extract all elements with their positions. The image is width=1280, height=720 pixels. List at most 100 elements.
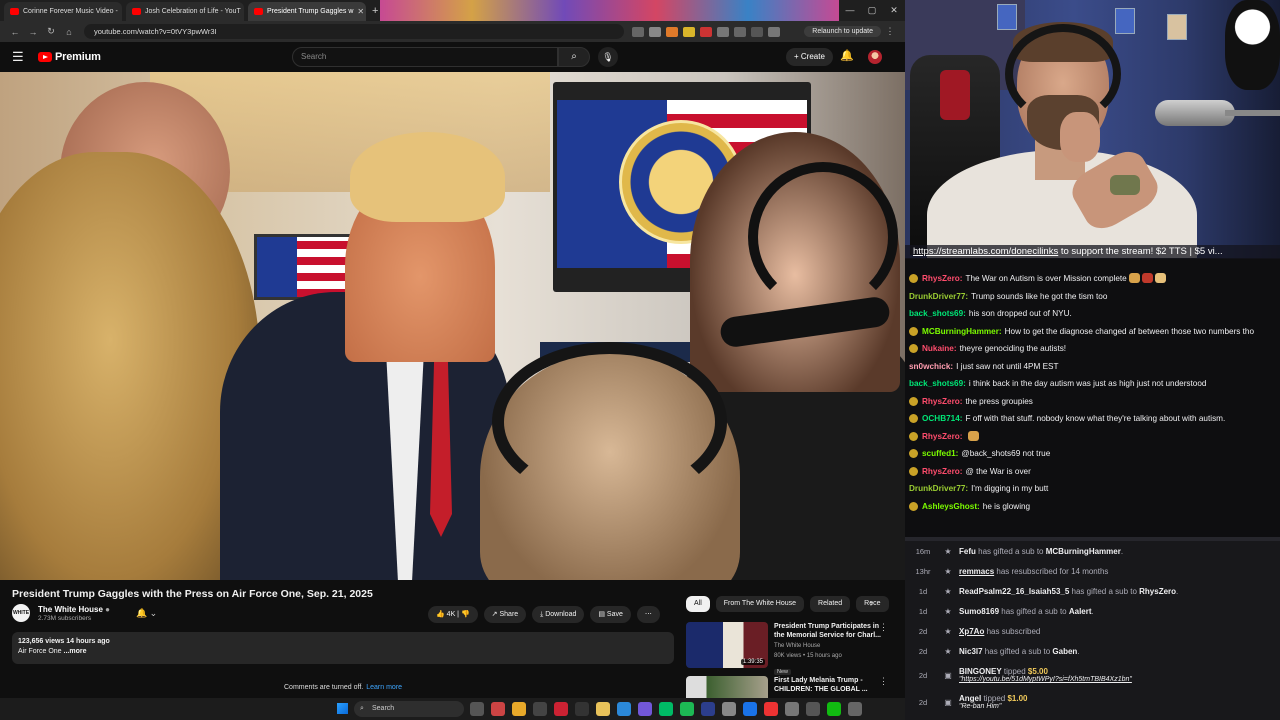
relaunch-button[interactable]: Relaunch to update [804,26,881,37]
download-button[interactable]: ⤓ Download [532,606,585,623]
chat-username[interactable]: back_shots69: [909,378,966,389]
browser-tab-1[interactable]: Corinne Forever Music Video -✕ [4,2,122,21]
chat-username[interactable]: OCHB714: [922,413,963,424]
chat-username[interactable]: RhysZero: [922,273,963,284]
related-thumbnail[interactable]: 1:39:35 [686,622,768,668]
chat-username[interactable]: DrunkDriver77: [909,483,968,494]
taskbar-search[interactable]: ⌕ Search [354,701,464,717]
extensions-puzzle-icon[interactable] [734,26,746,37]
related-video[interactable]: 1:39:35 President Trump Participates in … [686,622,896,678]
account-avatar[interactable] [868,50,882,64]
chat-username[interactable]: back_shots69: [909,308,966,319]
subscriber-badge-icon[interactable] [909,414,918,423]
subscriber-badge-icon[interactable] [909,431,918,441]
chat-username[interactable]: AshleysGhost: [922,501,980,512]
subscriber-badge-icon[interactable] [909,344,918,353]
sidebar-icon[interactable] [751,26,763,37]
subscriber-badge-icon[interactable] [909,396,918,406]
obs-icon[interactable] [554,702,568,716]
event-username[interactable]: Fefu [959,547,976,556]
subscriber-badge-icon[interactable] [909,326,918,336]
back-icon[interactable]: ← [6,27,24,37]
app-icon[interactable] [638,702,652,716]
profile-icon[interactable] [768,26,780,37]
subscriber-badge-icon[interactable] [909,501,918,511]
more-options-icon[interactable]: ⋮ [879,676,888,687]
channel-avatar[interactable]: WHITE HOUSE [12,604,30,634]
show-more-link[interactable]: ...more [64,648,87,655]
app-icon[interactable] [848,702,862,716]
like-button[interactable]: 👍 4K | 👎 [428,606,478,623]
event-username[interactable]: Gaben [1052,647,1077,656]
chip-related[interactable]: Related [810,596,851,612]
save-button[interactable]: ▤ Save [590,606,631,623]
dislike-icon[interactable]: 👎 [461,611,470,618]
install-icon[interactable] [632,26,644,37]
subscription-bell-icon[interactable]: 🔔 ⌄ [136,608,157,619]
channel-name[interactable]: The White House ● [38,605,110,614]
more-actions-icon[interactable]: ⋯ [636,606,660,623]
home-icon[interactable]: ⌂ [60,27,78,37]
chevron-right-icon[interactable]: › [870,598,873,608]
menu-icon[interactable]: ☰ [12,49,32,65]
share-button[interactable]: ↗ Share [483,606,527,623]
chat-username[interactable]: DrunkDriver77: [909,291,968,302]
browser-tab-2[interactable]: Josh Celebration of Life - YouT✕ [126,2,244,21]
close-window-icon[interactable]: ✕ [883,0,905,21]
event-username[interactable]: remmacs [959,567,994,576]
app-icon[interactable] [701,702,715,716]
extension-icon[interactable] [700,26,712,37]
close-tab-icon[interactable]: ✕ [353,7,364,16]
more-options-icon[interactable]: ⋮ [879,622,888,633]
file-explorer-icon[interactable] [596,702,610,716]
url-bar[interactable]: youtube.com/watch?v=0tVY3pwWr3I [84,24,624,39]
microphone-icon[interactable]: 🎙 [598,47,618,67]
app-icon[interactable] [827,702,841,716]
event-username[interactable]: Xp7Ao [959,627,984,636]
event-username[interactable]: MCBurningHammer [1046,547,1121,556]
chat-username[interactable]: RhysZero: [922,431,963,442]
new-tab-icon[interactable]: + [372,2,378,21]
chrome-icon[interactable] [512,702,526,716]
chip-all[interactable]: All [686,596,710,612]
event-username[interactable]: RhysZero [1139,587,1176,596]
description-box[interactable]: 123,656 views 14 hours ago Air Force One… [12,632,674,664]
related-thumbnail[interactable] [686,676,768,698]
app-icon[interactable] [659,702,673,716]
chat-username[interactable]: RhysZero: [922,466,963,477]
close-tab-icon[interactable]: ✕ [118,7,123,16]
task-view-icon[interactable] [470,702,484,716]
extension-icon[interactable] [717,26,729,37]
browser-menu-icon[interactable]: ⋮ [881,26,899,37]
forward-icon[interactable]: → [24,27,42,37]
app-icon[interactable] [743,702,757,716]
app-icon[interactable] [575,702,589,716]
search-icon[interactable]: ⌕ [558,47,590,67]
app-icon[interactable] [533,702,547,716]
chat-username[interactable]: scuffed1: [922,448,958,459]
minimize-icon[interactable]: — [839,0,861,21]
app-icon[interactable] [491,702,505,716]
subscriber-badge-icon[interactable] [909,466,918,476]
maximize-icon[interactable]: ▢ [861,0,883,21]
related-video[interactable]: First Lady Melania Trump - CHILDREN: THE… [686,676,896,698]
event-username[interactable]: Nic3l7 [959,647,983,656]
bookmark-star-icon[interactable] [649,26,661,37]
chat-username[interactable]: MCBurningHammer: [922,326,1002,337]
event-username[interactable]: Aalert [1069,607,1092,616]
video-player[interactable] [0,72,905,580]
related-title[interactable]: First Lady Melania Trump - CHILDREN: THE… [774,676,882,694]
notifications-bell-icon[interactable]: 🔔 [840,49,854,62]
chat-username[interactable]: sn0wchick: [909,361,953,372]
subscriber-badge-icon[interactable] [909,449,918,458]
event-username[interactable]: BINGONEY [959,667,1002,676]
event-username[interactable]: Angel [959,694,981,703]
event-username[interactable]: Sumo8169 [959,607,999,616]
app-icon[interactable] [617,702,631,716]
app-icon[interactable] [806,702,820,716]
spotify-icon[interactable] [680,702,694,716]
extension-icon[interactable] [683,26,695,37]
learn-more-link[interactable]: Learn more [366,684,402,691]
close-tab-icon[interactable]: ✕ [241,7,244,16]
extension-icon[interactable] [666,26,678,37]
